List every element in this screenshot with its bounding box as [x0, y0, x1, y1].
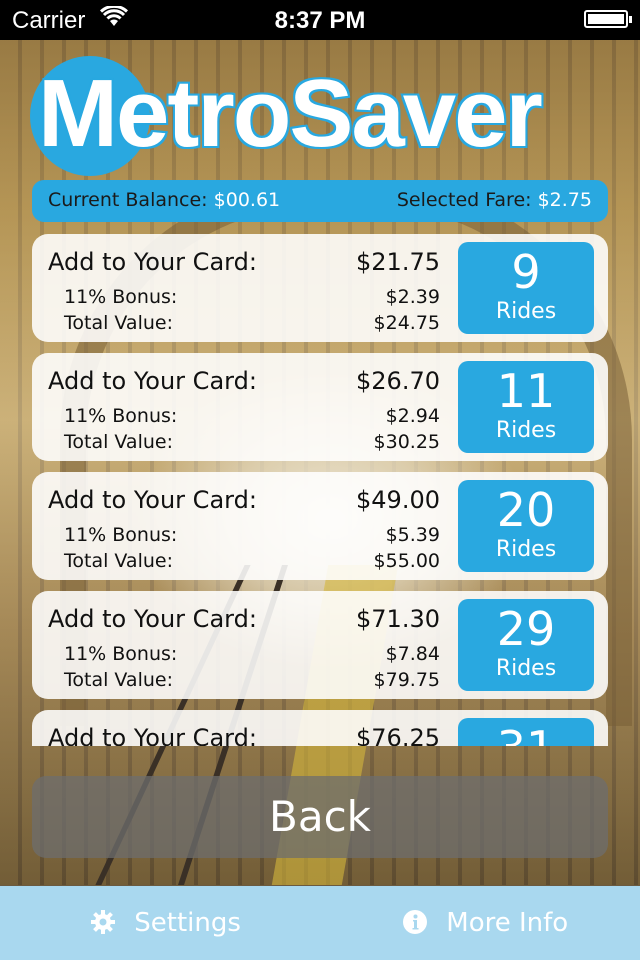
fare-option-card: Add to Your Card: $76.25 31 [32, 710, 608, 746]
select-rides-button[interactable]: 31 [458, 718, 594, 746]
add-amount: $76.25 [356, 724, 440, 746]
bonus-label: 11% Bonus: [64, 643, 178, 665]
bonus-amount: $2.94 [385, 405, 440, 427]
add-label: Add to Your Card: [48, 486, 257, 514]
tab-bar: Settings More Info [0, 886, 640, 960]
bonus-label: 11% Bonus: [64, 286, 178, 308]
selected-fare-label: Selected Fare: [396, 189, 532, 211]
current-balance: Current Balance: $00.61 [48, 189, 280, 211]
add-label: Add to Your Card: [48, 605, 257, 633]
gear-icon [91, 909, 115, 934]
tab-settings-label: Settings [134, 908, 241, 938]
rides-count: 11 [496, 364, 556, 418]
info-icon [403, 909, 427, 934]
current-balance-label: Current Balance: [48, 189, 208, 211]
add-amount: $26.70 [356, 367, 440, 395]
tab-more-info[interactable]: More Info [402, 886, 568, 960]
add-label: Add to Your Card: [48, 367, 257, 395]
selected-fare-value: $2.75 [537, 189, 592, 211]
status-bar: Carrier 8:37 PM [0, 0, 640, 40]
total-amount: $30.25 [373, 431, 440, 453]
rides-count: 20 [496, 483, 556, 537]
total-amount: $79.75 [373, 669, 440, 691]
clock: 8:37 PM [274, 7, 366, 34]
total-label: Total Value: [64, 312, 173, 334]
fare-option-card: Add to Your Card: $71.30 11% Bonus: $7.8… [32, 591, 608, 699]
rides-count: 31 [458, 722, 594, 746]
rides-label: Rides [495, 299, 557, 324]
add-label: Add to Your Card: [48, 724, 257, 746]
bonus-amount: $5.39 [385, 524, 440, 546]
select-rides-button[interactable]: 11 Rides [458, 361, 594, 453]
rides-label: Rides [495, 537, 557, 562]
fare-option-card: Add to Your Card: $26.70 11% Bonus: $2.9… [32, 353, 608, 461]
current-balance-value: $00.61 [213, 189, 281, 211]
rides-label: Rides [495, 656, 557, 681]
total-label: Total Value: [64, 669, 173, 691]
selected-fare: Selected Fare: $2.75 [397, 189, 592, 211]
add-label: Add to Your Card: [48, 248, 257, 276]
select-rides-button[interactable]: 9 Rides [458, 242, 594, 334]
add-amount: $49.00 [356, 486, 440, 514]
rides-count: 29 [496, 602, 556, 656]
fare-option-card: Add to Your Card: $21.75 11% Bonus: $2.3… [32, 234, 608, 342]
tab-more-info-label: More Info [446, 908, 569, 938]
app-logo: MetroSaver [36, 58, 545, 169]
bonus-label: 11% Bonus: [64, 524, 178, 546]
battery-icon [584, 10, 632, 28]
bonus-amount: $7.84 [385, 643, 440, 665]
select-rides-button[interactable]: 29 Rides [458, 599, 594, 691]
total-amount: $24.75 [373, 312, 440, 334]
add-amount: $21.75 [356, 248, 440, 276]
total-label: Total Value: [64, 431, 173, 453]
bonus-label: 11% Bonus: [64, 405, 178, 427]
total-amount: $55.00 [373, 550, 440, 572]
back-button[interactable]: Back [32, 776, 608, 858]
add-amount: $71.30 [356, 605, 440, 633]
fare-options-list[interactable]: Add to Your Card: $21.75 11% Bonus: $2.3… [32, 234, 608, 746]
balance-bar: Current Balance: $00.61 Selected Fare: $… [32, 180, 608, 222]
tab-settings[interactable]: Settings [90, 886, 241, 960]
select-rides-button[interactable]: 20 Rides [458, 480, 594, 572]
rides-count: 9 [511, 245, 541, 299]
fare-option-card: Add to Your Card: $49.00 11% Bonus: $5.3… [32, 472, 608, 580]
rides-label: Rides [495, 418, 557, 443]
bonus-amount: $2.39 [385, 286, 440, 308]
total-label: Total Value: [64, 550, 173, 572]
